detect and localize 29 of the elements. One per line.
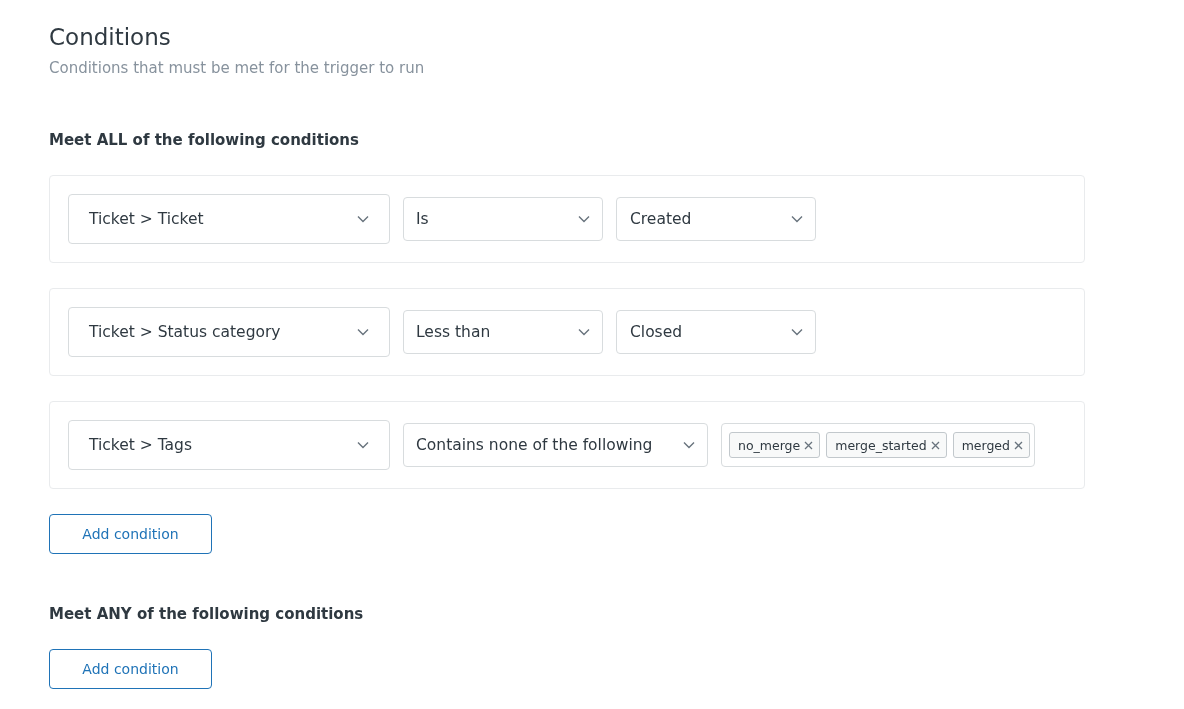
field-dropdown[interactable]: Ticket > Status category [68, 307, 390, 357]
operator-dropdown[interactable]: Less than [403, 310, 603, 354]
add-condition-button[interactable]: Add condition [49, 649, 212, 689]
section-title: Conditions [49, 23, 171, 52]
tag-label: no_merge [738, 437, 801, 453]
value-dropdown[interactable]: Closed [616, 310, 816, 354]
close-icon[interactable] [804, 440, 814, 450]
section-subtitle: Conditions that must be met for the trigger to run [49, 58, 425, 78]
add-condition-button[interactable]: Add condition [49, 514, 212, 554]
chevron-down-icon [578, 328, 590, 336]
chevron-down-icon [357, 328, 369, 336]
group-heading: Meet ANY of the following conditions [49, 604, 364, 624]
tag-label: merged [961, 437, 1010, 453]
operator-dropdown[interactable]: Is [403, 197, 603, 241]
close-icon[interactable] [930, 440, 940, 450]
group-heading: Meet ALL of the following conditions [49, 130, 359, 150]
operator-dropdown[interactable]: Contains none of the following [403, 423, 708, 467]
chevron-down-icon [357, 441, 369, 449]
tags-field[interactable]: no_merge merge_started merged [721, 423, 1035, 467]
tag-label: merge_started [835, 437, 927, 453]
chevron-down-icon [357, 215, 369, 223]
close-icon[interactable] [1014, 440, 1023, 450]
field-dropdown[interactable]: Ticket > Tags [68, 420, 390, 470]
value-dropdown[interactable]: Created [616, 197, 816, 241]
chevron-down-icon [683, 441, 695, 449]
field-dropdown[interactable]: Ticket > Ticket [68, 194, 390, 244]
chevron-down-icon [578, 215, 590, 223]
chevron-down-icon [791, 215, 803, 223]
chevron-down-icon [791, 328, 803, 336]
